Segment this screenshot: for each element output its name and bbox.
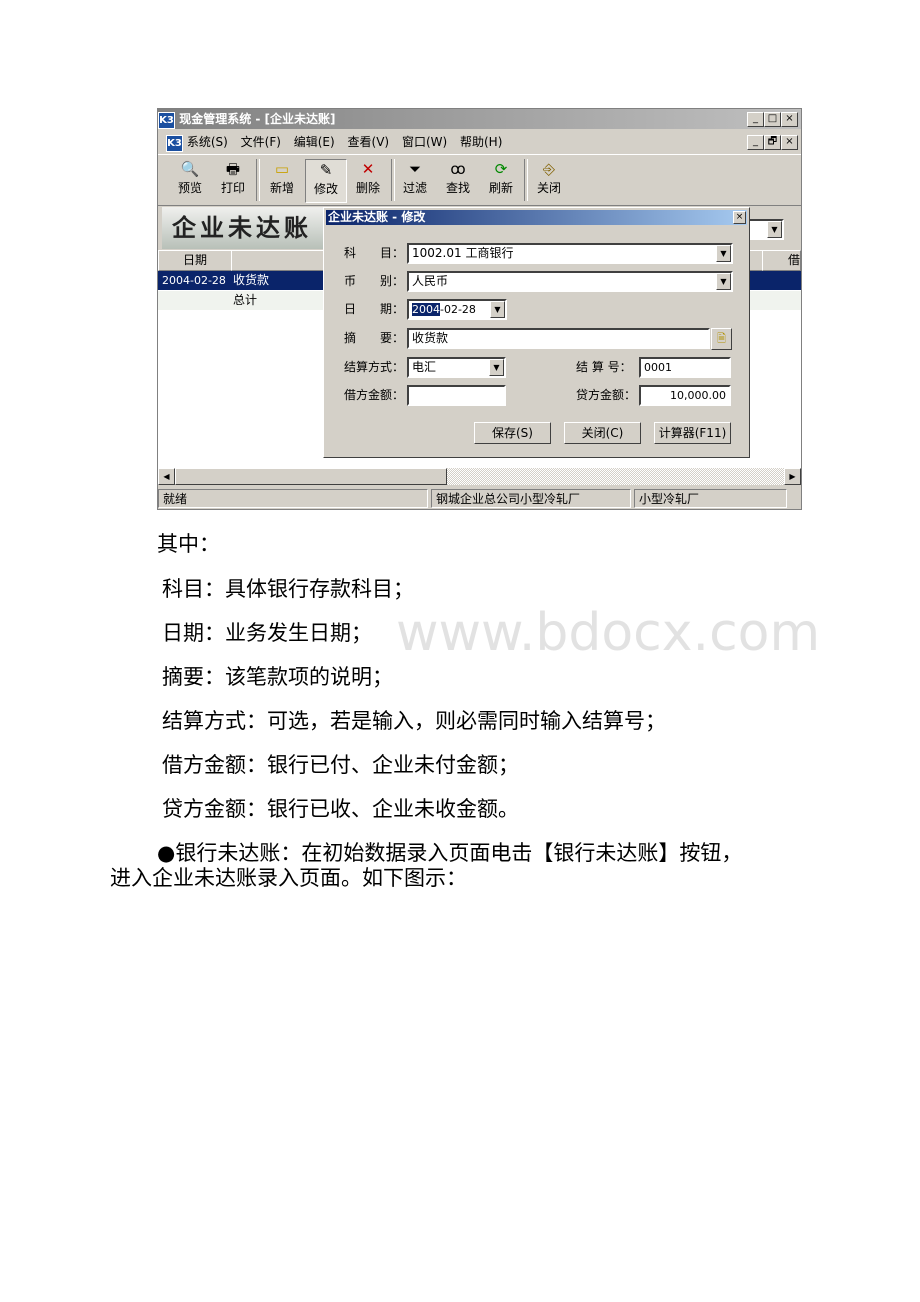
chevron-down-icon: ▼ [489,359,504,376]
delete-icon: ✕ [361,160,375,178]
scroll-thumb[interactable] [175,468,447,485]
print-button[interactable]: 🖶 打印 [213,159,253,201]
filter-button[interactable]: ⏷ 过滤 [395,159,435,201]
exit-icon: ⎆ [542,160,555,178]
refresh-button[interactable]: ⟳ 刷新 [481,159,521,201]
chevron-down-icon: ▼ [716,273,731,290]
dialog-title: 企业未达账 - 修改 [326,210,747,225]
close-button[interactable]: 关闭(C) [564,422,641,444]
calculator-button[interactable]: 计算器(F11) [654,422,731,444]
scroll-left-button[interactable]: ◀ [158,468,175,485]
currency-select[interactable]: 人民币 ▼ [407,271,733,292]
status-company: 钢城企业总公司小型冷轧厂 [431,489,631,508]
lookup-icon: 🗎 [717,332,726,345]
chevron-down-icon: ▼ [490,301,505,318]
mdi-minimize-button[interactable]: _ [747,135,764,150]
settle-no-input[interactable]: 0001 [639,357,731,378]
edit-dialog: 企业未达账 - 修改 × 科 目： 1002.01 工商银行 ▼ 币 别： 人民币… [323,207,750,458]
menu-view[interactable]: 查看(V) [348,135,390,149]
app-logo: K3 [158,112,175,129]
menu-bar: K3 系统(S) 文件(F) 编辑(E) 查看(V) 窗口(W) 帮助(H) [158,131,801,153]
date-picker[interactable]: 2004-02-28 ▼ [407,299,507,320]
window-title: 现金管理系统 - [企业未达账] [179,112,336,126]
title-bar: K3 现金管理系统 - [企业未达账] [158,109,801,129]
column-header-date[interactable]: 日期 [158,250,232,271]
doc-line: 科目：具体银行存款科目； [162,577,414,601]
doc-line: 结算方式：可选，若是输入，则必需同时输入结算号； [162,709,666,733]
dialog-close-button[interactable]: × [733,211,746,224]
delete-button[interactable]: ✕ 删除 [348,159,388,201]
doc-line: 进入企业未达账录入页面。如下图示： [110,866,467,890]
preview-icon: 🔍 [180,160,200,178]
credit-input[interactable]: 10,000.00 [639,385,731,406]
mdi-close-button[interactable]: × [781,135,798,150]
chevron-down-icon: ▼ [716,245,731,262]
doc-logo: K3 [166,135,183,152]
edit-button[interactable]: ✎ 修改 [305,159,347,203]
settle-method-select[interactable]: 电汇 ▼ [407,357,506,378]
filter-icon: ⏷ [408,160,421,178]
toolbar: 🔍 预览 🖶 打印 ▭ 新增 ✎ 修改 ✕ 删除 ⏷ 过滤 ꝏ 查找 ⟳ 刷新 ⎆ 关闭 [158,154,801,206]
chevron-down-icon: ▼ [767,221,782,238]
status-branch: 小型冷轧厂 [634,489,787,508]
column-header-debit[interactable]: 借 [762,250,801,271]
currency-label: 币 别： [344,274,405,288]
close-window-button[interactable]: × [781,112,798,127]
new-button[interactable]: ▭ 新增 [262,159,302,201]
date-label: 日 期： [344,302,405,316]
find-button[interactable]: ꝏ 查找 [438,159,478,201]
banner: 企业未达账 [162,207,327,249]
minimize-button[interactable]: _ [747,112,764,127]
doc-line: 摘要：该笔款项的说明； [162,665,393,689]
toolbar-separator [256,159,260,201]
debit-input[interactable] [407,385,506,406]
watermark: www.bdocx.com [396,603,821,663]
filter-dropdown[interactable]: ▼ [748,219,784,240]
menu-window[interactable]: 窗口(W) [402,135,447,149]
menu-help[interactable]: 帮助(H) [460,135,502,149]
subject-label: 科 目： [344,246,405,260]
binoculars-icon: ꝏ [450,160,466,178]
save-button[interactable]: 保存(S) [474,422,551,444]
credit-label: 贷方金额： [576,388,637,402]
app-screenshot: K3 现金管理系统 - [企业未达账] _ □ × K3 系统(S) 文件(F)… [157,108,802,510]
subject-select[interactable]: 1002.01 工商银行 ▼ [407,243,733,264]
doc-line: 借方金额：银行已付、企业未付金额； [162,753,519,777]
edit-icon: ✎ [319,161,333,179]
scroll-right-button[interactable]: ▶ [784,468,801,485]
refresh-icon: ⟳ [494,160,508,178]
menu-edit[interactable]: 编辑(E) [294,135,335,149]
horizontal-scrollbar[interactable]: ◀ ▶ [158,468,801,485]
toolbar-separator [524,159,528,201]
doc-line: 日期：业务发生日期； [162,621,372,645]
new-icon: ▭ [274,160,290,178]
printer-icon: 🖶 [225,160,241,178]
status-ready: 就绪 [158,489,428,508]
settle-no-label: 结 算 号： [576,360,632,374]
preview-button[interactable]: 🔍 预览 [170,159,210,201]
exit-button[interactable]: ⎆ 关闭 [529,159,569,201]
settle-method-label: 结算方式： [344,360,405,374]
debit-label: 借方金额： [344,388,405,402]
summary-label: 摘 要： [344,331,405,345]
doc-line: 贷方金额：银行已收、企业未收金额。 [162,797,519,821]
mdi-restore-button[interactable]: 🗗 [764,135,781,150]
menu-file[interactable]: 文件(F) [241,135,281,149]
doc-line: 其中： [157,532,220,556]
summary-input[interactable]: 收货款 [407,328,710,349]
summary-lookup-button[interactable]: 🗎 [711,328,732,350]
maximize-button[interactable]: □ [764,112,781,127]
menu-system[interactable]: 系统(S) [187,135,228,149]
